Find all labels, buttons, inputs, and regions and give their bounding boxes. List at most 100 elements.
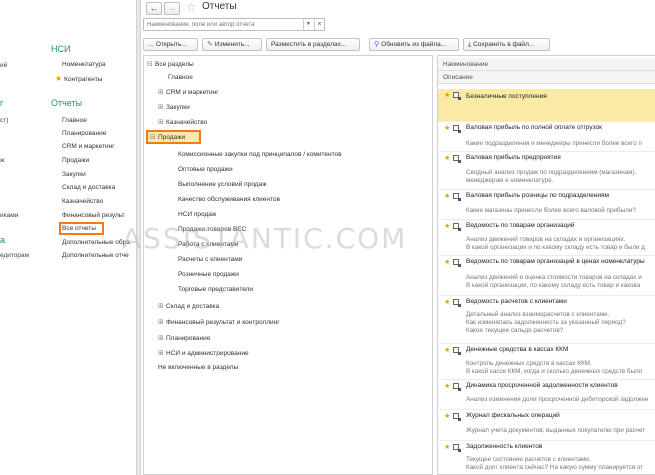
tree-item[interactable]: Розничные продажи [178,271,239,278]
clear-icon[interactable]: × [314,19,324,30]
star-icon[interactable]: ★ [444,443,450,451]
nav-link-treasury[interactable]: Казначейство [62,198,103,205]
report-row[interactable]: ★ Динамика просроченной задолженности кл… [438,380,655,410]
nav-link-nomenklatura[interactable]: Номенклатура [62,61,106,68]
update-from-file-button[interactable]: ⚲ Обновить из файла... [369,38,459,51]
tree-item[interactable]: Не включенные в разделы [158,364,238,371]
expand-icon[interactable]: ⊞ [158,103,166,111]
tree-item[interactable]: Оптовые продажи [178,166,233,173]
tree-item-root[interactable]: ⊟ Все разделы [147,60,194,68]
tree-item[interactable]: Торговые представители [178,286,253,293]
report-icon [453,155,461,163]
report-row[interactable]: ★ Журнал фискальных операций Журнал учет… [438,410,655,441]
nav-link-warehouse[interactable]: Склад и доставка [62,184,115,191]
tree-item-sales-selected[interactable]: ⊟ Продажи [146,130,202,144]
nav-stub: едиторам [0,252,30,259]
edit-button[interactable]: ✎ Изменить... [202,38,262,51]
tree-item[interactable]: Работа с клиентами [178,241,238,248]
nav-link-planning[interactable]: Планирование [62,130,106,137]
tree-item[interactable]: Продажи товаров ВЕС [178,226,246,233]
tree-item[interactable]: ⊞ Склад и доставка [158,302,219,310]
tree-item-label: Все разделы [155,61,194,68]
star-icon[interactable]: ★ [444,258,450,266]
nav-link-main[interactable]: Главное [62,117,87,124]
report-row[interactable]: ★ Валовая прибыль предприятия Сводный ан… [438,152,655,190]
tree-item[interactable]: ⊞ НСИ и администрирование [158,349,249,357]
star-icon[interactable]: ★ [444,346,450,354]
search-field[interactable]: ▼ × [143,18,325,31]
nav-link-additional-processing[interactable]: Дополнительные обра [62,239,130,246]
back-button[interactable]: ← [146,2,162,15]
expand-icon[interactable]: ⊞ [158,334,166,342]
report-row[interactable]: ★ Задолженность клиентов Текущее состоян… [438,441,655,474]
nav-link-additional-reports[interactable]: Дополнительные отче [62,252,129,259]
nav-link-sales[interactable]: Продажи [62,157,89,164]
report-row[interactable]: ★ Ведомость по товарам организаций в цен… [438,256,655,296]
star-icon[interactable]: ★ [444,154,450,162]
tree-item[interactable]: ⊞ Казначейство [158,118,207,126]
tree-item[interactable]: НСИ продаж [178,211,216,218]
expand-icon[interactable]: ⊞ [158,302,166,310]
ellipsis-icon: ... [148,41,154,48]
report-icon [453,223,461,231]
tree-item[interactable]: ⊞ Финансовый результат и контроллинг [158,318,280,326]
report-description: Журнал учета документов, выданных покупа… [466,427,646,434]
report-row[interactable]: ★ Безналичные поступления [438,89,655,122]
report-row[interactable]: ★ Денежные средства в кассах ККМ Контрол… [438,344,655,380]
dropdown-arrow-icon[interactable]: ▼ [303,19,313,30]
tree-item[interactable]: Комиссионные закупки под принципалов / к… [178,151,342,158]
report-description: Сводный анализ продаж по подразделениям … [466,169,637,176]
report-row[interactable]: ★ Ведомость расчетов с клиентами Детальн… [438,296,655,344]
report-row[interactable]: ★ Валовая прибыль по полной оплате отгру… [438,122,655,152]
nav-stub: ж [0,157,5,164]
reports-list[interactable]: Наименование Описание ★ Безналичные пост… [437,55,655,475]
tree-item[interactable]: ⊞ CRM и маркетинг [158,88,219,96]
report-row[interactable]: ★ Валовая прибыль розницы по подразделен… [438,190,655,220]
nav-link-financial-result[interactable]: Финансовый результ [62,212,125,219]
report-description: Детальный анализ взаиморасчетов с клиент… [466,311,610,318]
report-icon [453,383,461,391]
star-icon: ★ [55,74,63,83]
nav-link-all-reports[interactable]: Все отчеты [59,222,104,235]
column-header-description[interactable]: Описание [438,71,655,84]
favorite-star-icon[interactable]: ☆ [186,0,197,14]
report-row[interactable]: ★ Ведомость по товарам организаций Анали… [438,220,655,256]
tree-item[interactable]: ⊞ Закупки [158,103,190,111]
open-button[interactable]: ... Открыть... [143,38,198,51]
column-header-name[interactable]: Наименование [438,58,655,71]
section-title-nsi: НСИ [51,44,71,54]
forward-button[interactable]: → [164,2,180,15]
place-in-sections-button[interactable]: Разместить в разделах... [266,38,360,51]
collapse-icon[interactable]: ⊟ [150,133,158,141]
nav-link-kontragenty[interactable]: ★ Контрагенты [55,74,102,83]
report-description: Анализ изменения доли просроченной дебит… [466,396,649,403]
nav-link-purchases[interactable]: Закупки [62,171,86,178]
button-label: Открыть... [155,41,187,48]
arrow-left-icon: ← [149,3,159,13]
tree-item[interactable]: Главное [160,74,193,81]
tree-item[interactable]: ⊞ Планирование [158,334,210,342]
tree-item-label: Финансовый результат и контроллинг [166,319,280,326]
star-icon[interactable]: ★ [444,412,450,420]
search-input[interactable] [144,19,304,30]
star-icon[interactable]: ★ [444,382,450,390]
expand-icon[interactable]: ⊞ [158,118,166,126]
star-icon[interactable]: ★ [444,124,450,132]
expand-icon[interactable]: ⊞ [158,88,166,96]
report-icon [453,299,461,307]
save-to-file-button[interactable]: ⤓ Сохранить в файл... [463,38,550,51]
panel-splitter[interactable] [136,0,141,475]
expand-icon[interactable]: ⊞ [158,318,166,326]
tree-item[interactable]: Расчеты с клиентами [178,256,242,263]
star-icon[interactable]: ★ [444,192,450,200]
expand-icon[interactable]: ⊞ [158,349,166,357]
nav-link-crm[interactable]: CRM и маркетинг [62,143,115,150]
star-icon[interactable]: ★ [444,298,450,306]
star-icon[interactable]: ★ [444,222,450,230]
nav-stub: ст) [0,117,9,124]
tree-item[interactable]: Выполнение условий продаж [178,181,266,188]
star-icon[interactable]: ★ [444,91,450,99]
report-description: В какой организации, по какому складу ес… [466,282,641,289]
nav-stub: иками [0,212,19,219]
tree-item[interactable]: Качество обслуживания клиентов [178,196,280,203]
